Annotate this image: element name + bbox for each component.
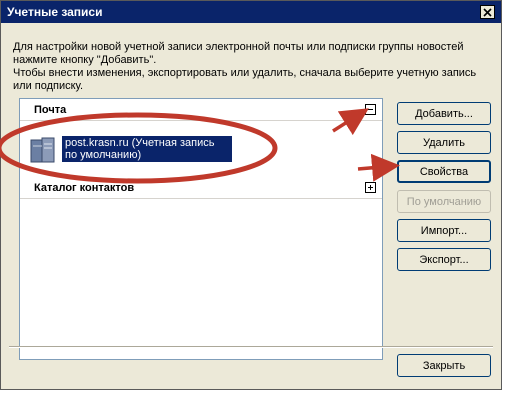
close-button[interactable]: Закрыть: [397, 354, 491, 377]
group-contacts-label: Каталог контактов: [34, 182, 135, 194]
expand-contacts-button[interactable]: [365, 182, 376, 193]
description-line: или подписку.: [13, 80, 84, 92]
group-contacts[interactable]: Каталог контактов: [20, 177, 382, 199]
description-line: нажмите кнопку "Добавить".: [13, 54, 157, 66]
title-bar[interactable]: Учетные записи: [1, 1, 501, 23]
set-default-button: По умолчанию: [397, 190, 491, 213]
divider: [9, 346, 493, 348]
plus-icon-vertical: [370, 185, 371, 190]
accounts-list[interactable]: Почта post.krasn.ru (Учетная запись по у…: [19, 98, 383, 360]
close-icon: [483, 7, 492, 17]
description-line: Для настройки новой учетной записи элект…: [13, 41, 464, 53]
account-label-line: post.krasn.ru (Учетная запись: [65, 137, 215, 149]
group-mail-label: Почта: [34, 104, 67, 116]
account-item-post-krasn[interactable]: post.krasn.ru (Учетная запись по умолчан…: [28, 134, 248, 168]
account-label: post.krasn.ru (Учетная запись по умолчан…: [62, 136, 232, 162]
collapse-mail-button[interactable]: [365, 104, 376, 115]
description: Для настройки новой учетной записи элект…: [13, 41, 483, 93]
add-button[interactable]: Добавить...: [397, 102, 491, 125]
delete-button[interactable]: Удалить: [397, 131, 491, 154]
minus-icon: [368, 109, 373, 110]
accounts-dialog: Учетные записи Для настройки новой учетн…: [0, 0, 502, 390]
import-button[interactable]: Импорт...: [397, 219, 491, 242]
description-line: Чтобы внести изменения, экспортировать и…: [13, 67, 477, 79]
mail-server-icon: [30, 137, 55, 163]
export-button[interactable]: Экспорт...: [397, 248, 491, 271]
window-title: Учетные записи: [7, 5, 103, 19]
account-label-line: по умолчанию): [65, 149, 142, 161]
group-mail[interactable]: Почта: [20, 99, 382, 121]
close-window-button[interactable]: [480, 5, 495, 19]
properties-button[interactable]: Свойства: [397, 160, 491, 183]
